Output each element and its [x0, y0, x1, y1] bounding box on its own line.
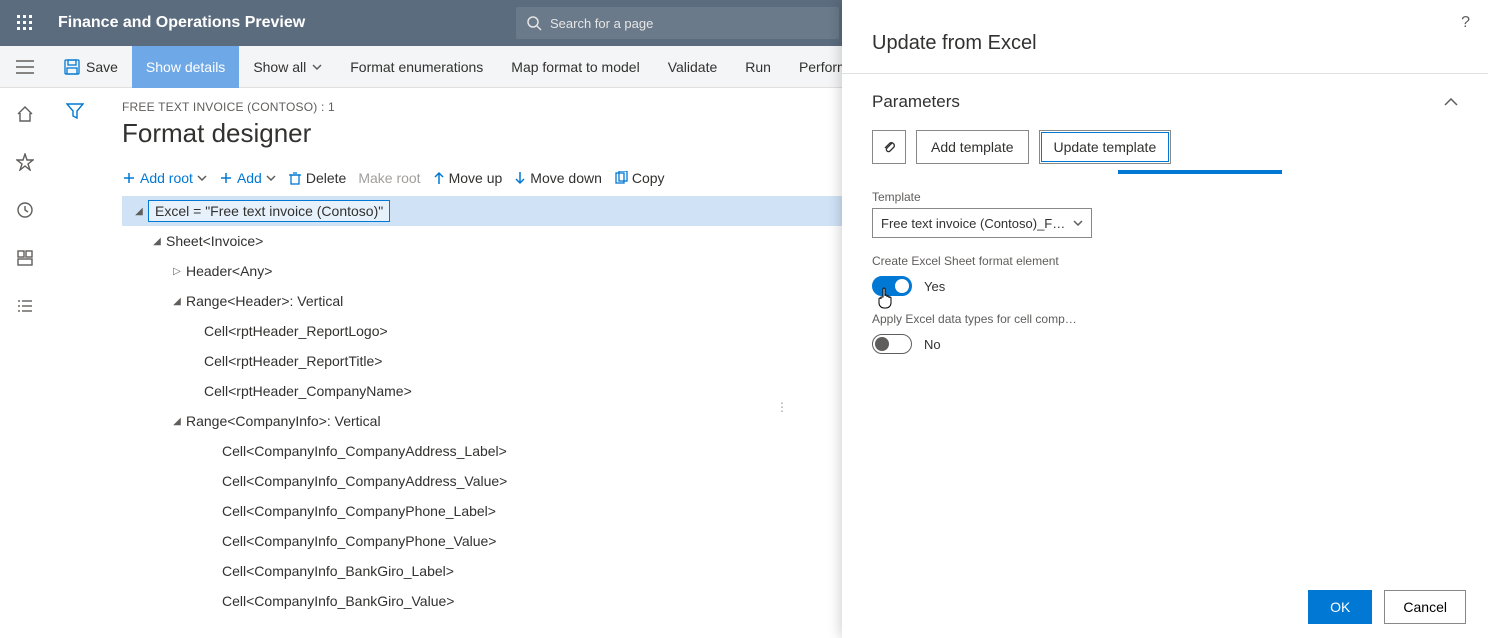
search-box[interactable]: Search for a page [516, 7, 839, 39]
chevron-down-icon [197, 175, 207, 181]
template-field: Template Free text invoice (Contoso)_F… [872, 190, 1458, 238]
tree-label: Range<CompanyInfo>: Vertical [186, 413, 381, 429]
recent-icon[interactable] [7, 192, 43, 228]
splitter-handle[interactable]: ⋮ [776, 400, 788, 414]
panel-title: Update from Excel [842, 0, 1488, 74]
attachment-button[interactable] [872, 130, 906, 164]
tree-label: Cell<rptHeader_ReportLogo> [204, 323, 388, 339]
map-format-button[interactable]: Map format to model [497, 46, 653, 88]
trash-icon [288, 171, 302, 185]
template-select[interactable]: Free text invoice (Contoso)_F… [872, 208, 1092, 238]
panel-body: Parameters Add template Update template … [842, 74, 1488, 576]
toggle-knob [875, 337, 889, 351]
show-all-button[interactable]: Show all [239, 46, 336, 88]
tree-label: Header<Any> [186, 263, 272, 279]
search-icon [526, 15, 542, 31]
add-button[interactable]: Add [219, 170, 276, 186]
make-root-button: Make root [358, 170, 420, 186]
copy-icon [614, 171, 628, 185]
copy-label: Copy [632, 170, 665, 186]
move-down-button[interactable]: Move down [514, 170, 602, 186]
expander-icon[interactable]: ◢ [168, 296, 186, 307]
funnel-icon[interactable] [66, 102, 84, 638]
field-label: Apply Excel data types for cell comp… [872, 312, 1458, 326]
favorites-icon[interactable] [7, 144, 43, 180]
add-label: Add [237, 170, 262, 186]
ok-button[interactable]: OK [1308, 590, 1372, 624]
app-title: Finance and Operations Preview [50, 14, 305, 32]
workspaces-icon[interactable] [7, 240, 43, 276]
template-buttons: Add template Update template [872, 130, 1458, 164]
chevron-down-icon [1073, 220, 1083, 226]
delete-button[interactable]: Delete [288, 170, 346, 186]
tree-label: Cell<CompanyInfo_CompanyAddress_Label> [222, 443, 507, 459]
left-rail [0, 88, 50, 638]
accent-underline [1118, 170, 1282, 174]
show-all-label: Show all [253, 59, 306, 75]
paperclip-icon [881, 139, 897, 155]
add-root-button[interactable]: Add root [122, 170, 207, 186]
arrow-down-icon [514, 171, 526, 185]
hamburger-icon[interactable] [0, 46, 50, 88]
tree-label: Cell<rptHeader_ReportTitle> [204, 353, 382, 369]
parameters-header[interactable]: Parameters [872, 92, 1458, 112]
tree-label: Cell<CompanyInfo_CompanyPhone_Value> [222, 533, 496, 549]
template-value: Free text invoice (Contoso)_F… [881, 216, 1065, 231]
toggle-status: No [924, 337, 941, 352]
add-root-label: Add root [140, 170, 193, 186]
arrow-up-icon [433, 171, 445, 185]
tree-label: Cell<rptHeader_CompanyName> [204, 383, 412, 399]
toggle-knob [895, 279, 909, 293]
plus-icon [122, 171, 136, 185]
run-button[interactable]: Run [731, 46, 785, 88]
copy-button[interactable]: Copy [614, 170, 665, 186]
expander-icon[interactable]: ◢ [148, 236, 166, 247]
field-label: Create Excel Sheet format element [872, 254, 1458, 268]
tree-label: Cell<CompanyInfo_BankGiro_Value> [222, 593, 454, 609]
tree-label: Cell<CompanyInfo_CompanyPhone_Label> [222, 503, 496, 519]
add-template-button[interactable]: Add template [916, 130, 1029, 164]
home-icon[interactable] [7, 96, 43, 132]
apply-types-toggle[interactable] [872, 334, 912, 354]
plus-icon [219, 171, 233, 185]
parameters-label: Parameters [872, 92, 960, 112]
apply-types-field: Apply Excel data types for cell comp… No [872, 312, 1458, 354]
waffle-icon[interactable] [0, 0, 50, 46]
field-label: Template [872, 190, 1458, 204]
tree-label: Cell<CompanyInfo_BankGiro_Label> [222, 563, 454, 579]
expander-icon[interactable]: ◢ [168, 416, 186, 427]
expander-icon[interactable]: ◢ [130, 206, 148, 217]
create-sheet-field: Create Excel Sheet format element Yes [872, 254, 1458, 296]
floppy-icon [64, 59, 80, 75]
move-down-label: Move down [530, 170, 602, 186]
move-up-button[interactable]: Move up [433, 170, 503, 186]
tree-label: Range<Header>: Vertical [186, 293, 343, 309]
tree-label: Sheet<Invoice> [166, 233, 263, 249]
format-enumerations-button[interactable]: Format enumerations [336, 46, 497, 88]
update-from-excel-panel: ? Update from Excel Parameters Add templ… [842, 0, 1488, 638]
move-up-label: Move up [449, 170, 503, 186]
save-button[interactable]: Save [50, 46, 132, 88]
chevron-up-icon [1444, 98, 1458, 106]
toggle-status: Yes [924, 279, 945, 294]
chevron-down-icon [266, 175, 276, 181]
update-template-button[interactable]: Update template [1039, 130, 1172, 164]
show-details-button[interactable]: Show details [132, 46, 239, 88]
expander-icon[interactable]: ▷ [168, 266, 186, 277]
tree-label: Cell<CompanyInfo_CompanyAddress_Value> [222, 473, 507, 489]
modules-icon[interactable] [7, 288, 43, 324]
cancel-button[interactable]: Cancel [1384, 590, 1466, 624]
chevron-down-icon [312, 64, 322, 70]
tree-label: Excel = "Free text invoice (Contoso)" [148, 200, 390, 222]
validate-button[interactable]: Validate [654, 46, 732, 88]
search-placeholder: Search for a page [550, 16, 653, 31]
help-icon[interactable]: ? [1461, 14, 1470, 32]
panel-footer: OK Cancel [842, 576, 1488, 638]
save-label: Save [86, 59, 118, 75]
create-sheet-toggle[interactable] [872, 276, 912, 296]
filter-column [50, 88, 100, 638]
delete-label: Delete [306, 170, 346, 186]
